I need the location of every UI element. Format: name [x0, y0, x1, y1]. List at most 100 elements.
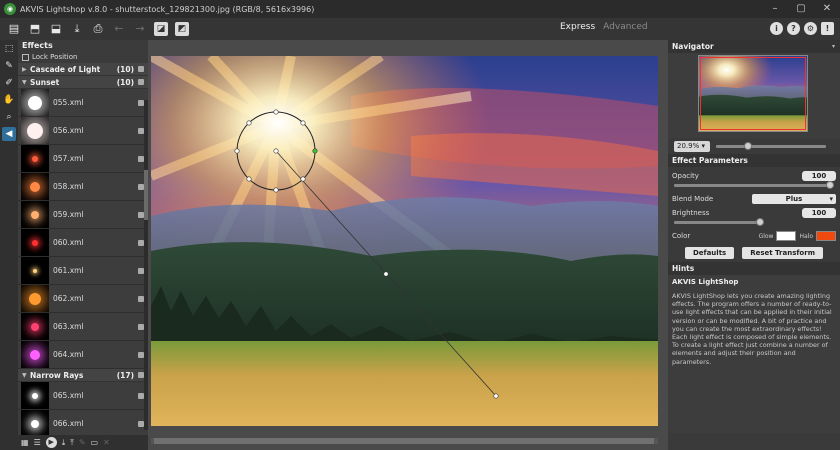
glow-label: Glow — [758, 232, 774, 240]
effect-list-item[interactable]: 065.xml — [18, 382, 148, 410]
light-glow-icon — [32, 239, 38, 246]
effect-thumbnail[interactable] — [21, 229, 49, 256]
lock-position-checkbox[interactable]: Lock Position — [18, 52, 148, 63]
light-transform-icon[interactable]: ◀ — [2, 127, 16, 141]
play-icon[interactable]: ▶ — [45, 437, 57, 448]
effect-list-item[interactable]: 060.xml — [18, 229, 148, 257]
effect-list-item[interactable]: 057.xml — [18, 145, 148, 173]
reset-transform-button[interactable]: Reset Transform — [742, 247, 823, 259]
zoom-slider-knob[interactable] — [744, 141, 752, 150]
navigator-preview[interactable] — [698, 55, 808, 132]
collapse-arrow-icon[interactable]: ▼ — [22, 372, 30, 379]
group-narrow-rays[interactable]: ▼ Narrow Rays (17) — [18, 369, 148, 382]
color-row: Color Glow Halo — [668, 228, 840, 244]
brightness-slider[interactable] — [674, 218, 764, 226]
feedback-icon[interactable]: ! — [821, 22, 834, 35]
eraser-tool-icon[interactable]: ✐ — [2, 76, 16, 90]
navigator-panel — [668, 53, 840, 138]
effects-header: Effects — [22, 41, 53, 50]
effect-thumbnail[interactable] — [21, 410, 49, 435]
info-icon[interactable]: i — [770, 22, 783, 35]
light-glow-icon — [27, 122, 43, 139]
zoom-slider[interactable] — [716, 141, 826, 150]
save-image-icon[interactable]: ⬒ — [28, 22, 42, 36]
import-icon[interactable]: ⤓ — [62, 438, 66, 448]
effect-thumbnail[interactable] — [21, 145, 49, 172]
scrollbar-thumb[interactable] — [154, 438, 654, 444]
effect-list-item[interactable]: 062.xml — [18, 285, 148, 313]
canvas-horizontal-scrollbar[interactable] — [151, 438, 658, 444]
brightness-value[interactable]: 100 — [802, 208, 836, 218]
load-preset-icon[interactable]: ⬓ — [49, 22, 63, 36]
opacity-value[interactable]: 100 — [802, 171, 836, 181]
effect-thumbnail[interactable] — [21, 341, 49, 368]
halo-color-swatch[interactable] — [816, 231, 836, 241]
zoom-tool-icon[interactable]: ⌕ — [2, 110, 16, 124]
folder-icon[interactable]: ▭ — [91, 438, 99, 447]
effect-list-item[interactable]: 066.xml — [18, 410, 148, 435]
settings-gear-icon[interactable]: ⚙ — [804, 22, 817, 35]
maximize-button[interactable]: ▢ — [788, 0, 814, 18]
hand-tool-icon[interactable]: ✋ — [2, 93, 16, 107]
delete-icon[interactable]: ✕ — [103, 438, 110, 447]
list-view-icon[interactable]: ☰ — [34, 438, 41, 447]
help-icon[interactable]: ? — [787, 22, 800, 35]
light-brush-icon[interactable]: ✎ — [2, 59, 16, 73]
tab-advanced[interactable]: Advanced — [603, 22, 647, 32]
light-glow-icon — [31, 210, 39, 219]
effect-thumbnail[interactable] — [21, 382, 49, 409]
before-view-icon[interactable]: ◪ — [154, 22, 168, 36]
close-button[interactable]: ✕ — [814, 0, 840, 18]
landscape-photo[interactable] — [151, 56, 658, 426]
after-view-icon[interactable]: ◩ — [175, 22, 189, 36]
open-image-icon[interactable]: ▤ — [7, 22, 21, 36]
collapse-arrow-icon[interactable]: ▼ — [22, 79, 30, 86]
undo-icon[interactable]: ← — [112, 22, 126, 36]
effect-list-item[interactable]: 058.xml — [18, 173, 148, 201]
blend-mode-select[interactable]: Plus — [752, 194, 836, 204]
light-glow-icon — [31, 322, 39, 331]
checkbox-icon[interactable] — [22, 54, 29, 61]
effect-thumbnail[interactable] — [21, 173, 49, 200]
opacity-slider[interactable] — [674, 181, 834, 189]
brightness-slider-knob[interactable] — [756, 218, 764, 226]
effect-list-item[interactable]: 055.xml — [18, 89, 148, 117]
opacity-slider-knob[interactable] — [826, 181, 834, 189]
effect-thumbnail[interactable] — [21, 201, 49, 228]
zoom-select[interactable]: 20.9% ▾ — [674, 140, 710, 152]
rename-icon[interactable]: ✎ — [79, 438, 86, 447]
effect-thumbnail[interactable] — [21, 257, 49, 284]
light-glow-icon — [29, 292, 41, 305]
light-glow-icon — [31, 419, 39, 428]
photo-canvas[interactable] — [151, 56, 658, 426]
effect-name: 060.xml — [53, 238, 84, 247]
effect-thumbnail[interactable] — [21, 89, 49, 116]
group-cascade-of-light[interactable]: ▶ Cascade of Light (10) — [18, 63, 148, 76]
effect-parameters-header: Effect Parameters — [668, 154, 840, 167]
print-icon[interactable]: ⎙ — [91, 22, 105, 36]
panel-menu-icon[interactable]: ▾ — [832, 40, 835, 53]
redo-icon[interactable]: → — [133, 22, 147, 36]
glow-color-swatch[interactable] — [776, 231, 797, 241]
export-preset-icon[interactable]: ⤒ — [70, 438, 74, 448]
effect-thumbnail[interactable] — [21, 117, 49, 144]
effect-list-item[interactable]: 056.xml — [18, 117, 148, 145]
effect-list-item[interactable]: 064.xml — [18, 341, 148, 369]
selection-tool-icon[interactable]: ⬚ — [2, 42, 16, 56]
defaults-button[interactable]: Defaults — [684, 247, 735, 259]
effect-list-item[interactable]: 063.xml — [18, 313, 148, 341]
export-icon[interactable]: ⤓ — [70, 22, 84, 36]
effect-list-item[interactable]: 061.xml — [18, 257, 148, 285]
navigator-viewport-frame[interactable] — [700, 57, 806, 130]
group-sunset[interactable]: ▼ Sunset (10) — [18, 76, 148, 89]
grid-view-icon[interactable]: ▦ — [21, 438, 29, 447]
zoom-row: 20.9% ▾ — [668, 138, 840, 154]
effect-thumbnail[interactable] — [21, 313, 49, 340]
effect-list-item[interactable]: 059.xml — [18, 201, 148, 229]
tab-express[interactable]: Express — [560, 22, 595, 32]
minimize-button[interactable]: – — [762, 0, 788, 18]
expand-arrow-icon[interactable]: ▶ — [22, 66, 30, 73]
canvas-vertical-scrollbar[interactable] — [660, 56, 666, 426]
effect-thumbnail[interactable] — [21, 285, 49, 312]
hints-paragraph-1: AKVIS LightShop lets you create amazing … — [672, 292, 832, 333]
